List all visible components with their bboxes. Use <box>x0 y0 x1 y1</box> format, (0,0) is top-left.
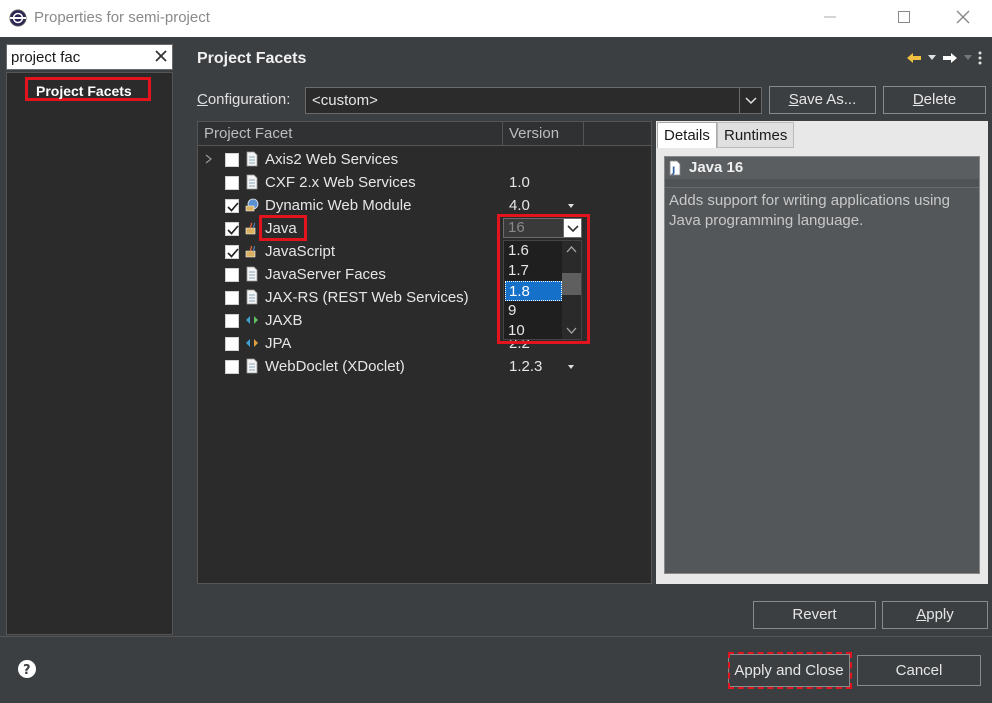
back-arrow-icon[interactable] <box>906 51 922 65</box>
javascript-facet-icon <box>245 245 256 258</box>
facet-version: 1.2.3 <box>509 358 543 375</box>
config-label-text: onfiguration: <box>207 91 291 108</box>
minimize-button[interactable] <box>807 4 853 32</box>
details-title-bar: J Java 16 <box>665 157 979 179</box>
table-row[interactable]: CXF 2.x Web Services 1.0 <box>198 171 651 194</box>
expand-chevron-icon[interactable] <box>204 153 214 165</box>
header-tools <box>906 48 982 68</box>
facets-table: Project Facet Version Axis2 Web Services… <box>197 121 652 584</box>
details-body: J Java 16 Adds support for writing appli… <box>664 156 980 574</box>
details-description: Adds support for writing applications us… <box>665 187 979 573</box>
facet-checkbox[interactable] <box>225 360 239 374</box>
facet-name: JavaScript <box>265 243 336 260</box>
facet-name: Dynamic Web Module <box>265 197 412 214</box>
forward-dropdown-icon[interactable] <box>964 55 972 61</box>
facet-page-icon <box>246 289 258 305</box>
java-file-icon: J <box>669 160 681 176</box>
configuration-value: <custom> <box>312 92 378 109</box>
delete-label: elete <box>923 91 957 108</box>
facet-checkbox[interactable] <box>225 314 239 328</box>
delete-mnemonic: D <box>912 91 924 108</box>
facet-name: JAXB <box>265 312 303 329</box>
facet-checkbox-checked[interactable] <box>225 199 239 213</box>
java-facet-icon <box>245 222 256 235</box>
filter-field[interactable] <box>6 44 173 70</box>
java-highlight-box <box>259 215 307 241</box>
save-as-button[interactable]: Save As... <box>769 86 876 114</box>
eclipse-app-icon <box>9 9 27 27</box>
facet-page-icon <box>246 151 258 167</box>
table-row[interactable]: WebDoclet (XDoclet) 1.2.3 <box>198 355 651 378</box>
facet-page-icon <box>246 358 258 374</box>
version-dropdown-icon[interactable] <box>568 204 574 208</box>
minimize-icon <box>824 16 836 18</box>
col-header-version[interactable]: Version <box>503 122 584 146</box>
apply-label: pply <box>926 606 954 623</box>
delete-button[interactable]: Delete <box>883 86 986 114</box>
facet-name: WebDoclet (XDoclet) <box>265 358 405 375</box>
apply-close-highlight <box>728 652 852 689</box>
web-module-icon <box>245 198 259 212</box>
details-title: Java 16 <box>689 159 744 176</box>
facet-version: 4.0 <box>509 197 530 214</box>
svg-text:?: ? <box>23 663 31 678</box>
jaxb-icon <box>246 316 258 324</box>
filter-input[interactable] <box>7 45 152 69</box>
save-as-label: ave As... <box>798 91 857 108</box>
facet-checkbox[interactable] <box>225 268 239 282</box>
facet-name: JAX-RS (REST Web Services) <box>265 289 469 306</box>
svg-text:J: J <box>671 166 675 176</box>
configuration-combo-arrow[interactable] <box>739 88 761 113</box>
facet-checkbox[interactable] <box>225 176 239 190</box>
configuration-combo[interactable]: <custom> <box>305 87 762 114</box>
col-header-blank <box>584 122 651 146</box>
version-dropdown-icon[interactable] <box>568 365 574 369</box>
facet-checkbox[interactable] <box>225 153 239 167</box>
facet-name: JPA <box>265 335 292 352</box>
property-page-tree: Project Facets <box>6 72 173 635</box>
maximize-button[interactable] <box>881 4 927 32</box>
close-window-button[interactable] <box>940 4 986 32</box>
facet-checkbox-checked[interactable] <box>225 222 239 236</box>
chevron-down-icon <box>745 97 757 105</box>
footer-separator <box>0 636 992 637</box>
revert-button[interactable]: Revert <box>753 601 876 629</box>
tree-item-project-facets[interactable]: Project Facets <box>25 77 151 101</box>
tab-runtimes[interactable]: Runtimes <box>717 122 795 148</box>
back-dropdown-icon[interactable] <box>928 55 936 61</box>
checkmark-icon <box>227 202 239 212</box>
facet-name: JavaServer Faces <box>265 266 386 283</box>
facet-checkbox[interactable] <box>225 291 239 305</box>
facet-checkbox[interactable] <box>225 337 239 351</box>
col-header-project-facet[interactable]: Project Facet <box>198 122 503 146</box>
facet-name: Axis2 Web Services <box>265 151 399 168</box>
facet-page-icon <box>246 266 258 282</box>
tab-details[interactable]: Details <box>657 122 717 148</box>
save-as-mnemonic: S <box>788 91 799 108</box>
table-row[interactable]: Axis2 Web Services <box>198 148 651 171</box>
page-title: Project Facets <box>197 50 307 67</box>
facet-checkbox-checked[interactable] <box>225 245 239 259</box>
configuration-label: Configuration: <box>197 91 290 108</box>
apply-mnemonic: A <box>916 606 927 623</box>
facet-page-icon <box>246 174 258 190</box>
config-mnemonic: C <box>197 91 208 108</box>
checkmark-icon <box>227 248 239 258</box>
clear-filter-icon[interactable] <box>154 49 168 63</box>
title-bar: Properties for semi-project <box>0 0 992 37</box>
close-icon <box>956 10 970 24</box>
forward-arrow-icon[interactable] <box>942 51 958 65</box>
jpa-icon <box>246 339 258 347</box>
checkmark-icon <box>227 225 239 235</box>
view-menu-icon[interactable] <box>978 51 982 65</box>
maximize-icon <box>898 11 910 23</box>
facet-version: 1.0 <box>509 174 530 191</box>
apply-button[interactable]: Apply <box>882 601 988 629</box>
cancel-button[interactable]: Cancel <box>857 655 981 686</box>
version-dropdown-highlight <box>497 214 590 344</box>
facet-name: CXF 2.x Web Services <box>265 174 416 191</box>
page-header: Project Facets <box>185 40 992 82</box>
window-title: Properties for semi-project <box>34 9 210 26</box>
help-icon[interactable]: ? <box>17 659 37 679</box>
